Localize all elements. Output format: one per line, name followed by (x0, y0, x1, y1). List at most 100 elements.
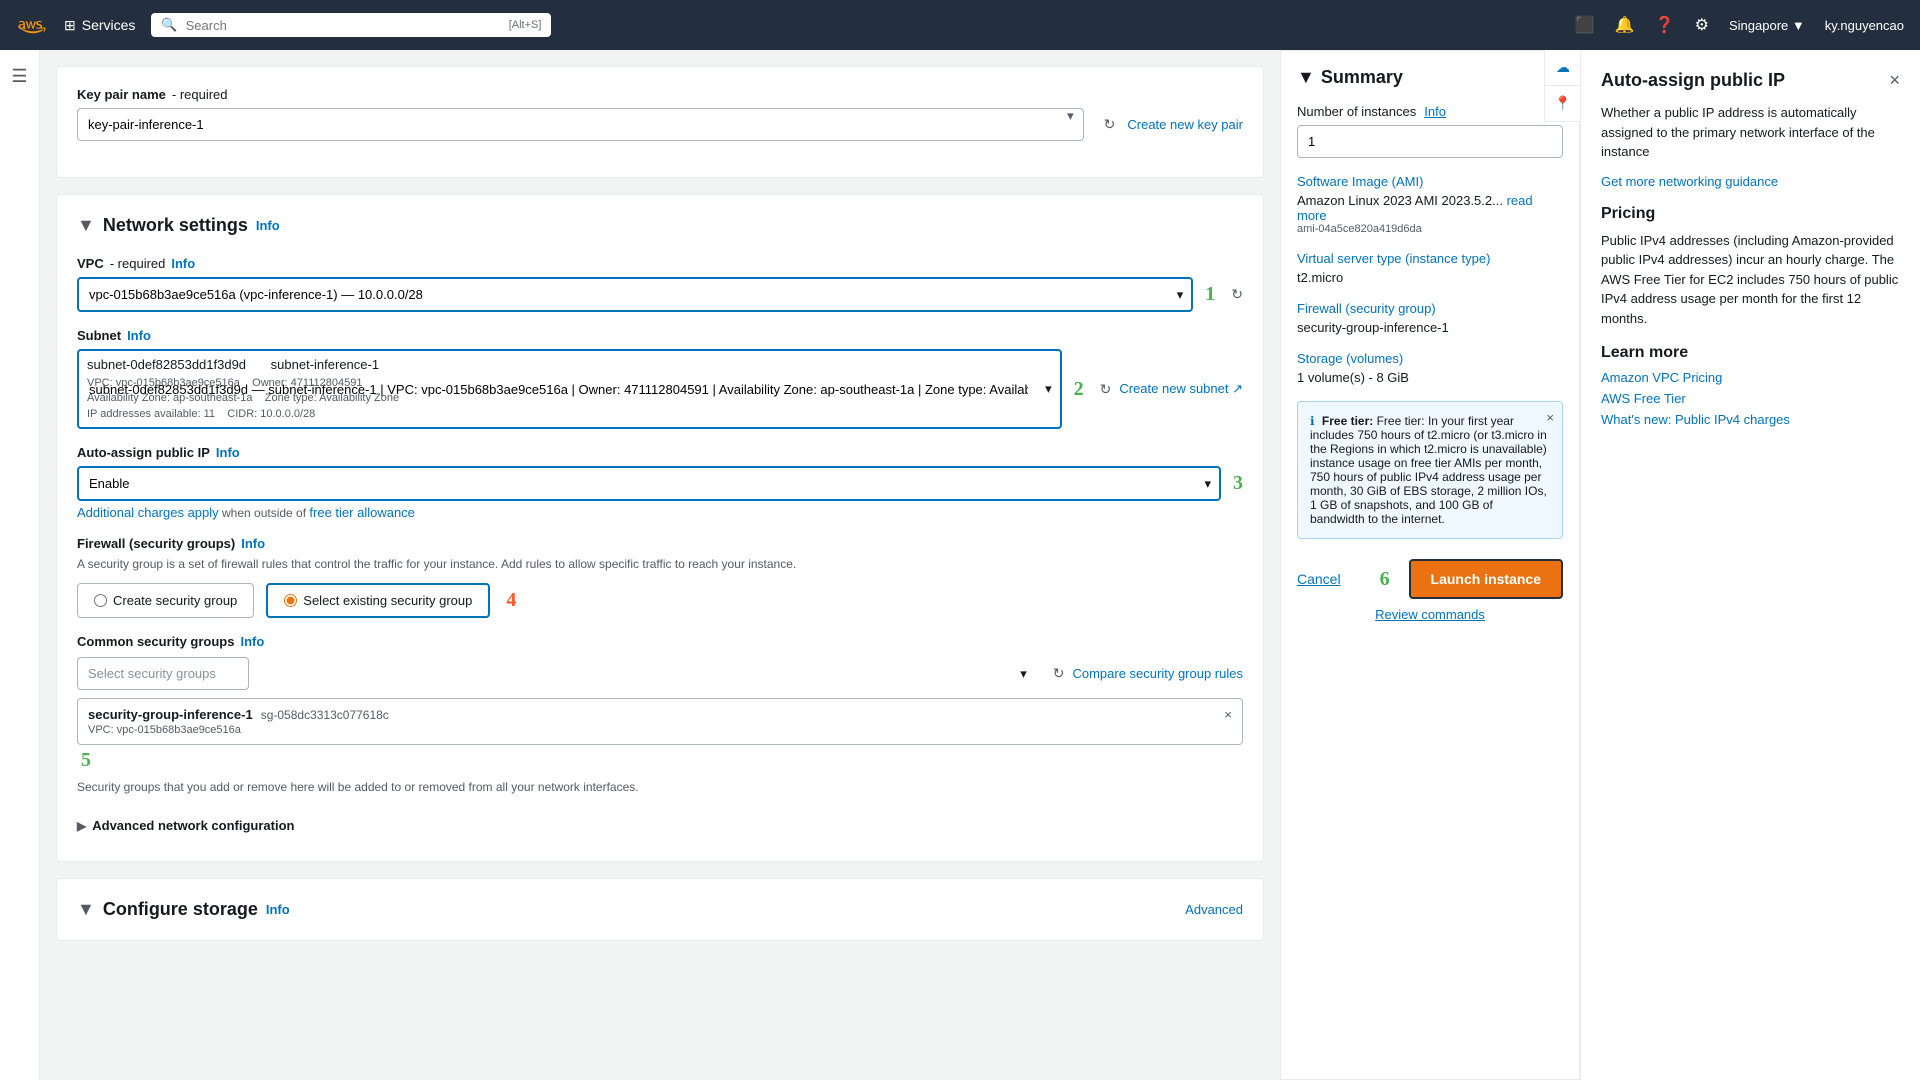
vpc-info-link[interactable]: Info (171, 256, 195, 271)
user-menu[interactable]: ky.nguyencao (1825, 18, 1904, 33)
aws-logo (16, 14, 48, 37)
nav-icons: ⬛ 🔔 ❓ ⚙ Singapore ▼ ky.nguyencao (1575, 15, 1904, 35)
info-panel-close-button[interactable]: × (1889, 70, 1900, 91)
create-sg-label: Create security group (113, 593, 237, 608)
vpc-refresh-button[interactable]: ↻ (1231, 286, 1243, 303)
sg-name: security-group-inference-1 (88, 707, 253, 722)
configure-storage-advanced-link[interactable]: Advanced (1185, 902, 1243, 917)
network-settings-info-link[interactable]: Info (256, 218, 280, 233)
additional-charges-link[interactable]: Additional charges apply (77, 505, 219, 520)
free-tier-notice: × ℹ Free tier: Free tier: In your first … (1297, 401, 1563, 539)
sg-vpc: VPC: vpc-015b68b3ae9ce516a (88, 724, 1232, 736)
summary-storage-label[interactable]: Storage (volumes) (1297, 351, 1563, 366)
subnet-select[interactable]: subnet-0def82853dd1f3d9d — subnet-infere… (77, 349, 1062, 429)
summary-firewall-label[interactable]: Firewall (security group) (1297, 301, 1563, 316)
search-input[interactable] (186, 18, 501, 33)
summary-panel: ▼ Summary Number of instances Info Softw… (1280, 50, 1580, 1080)
advanced-network-toggle[interactable]: ▶ Advanced network configuration (77, 810, 1243, 841)
create-key-pair-link[interactable]: Create new key pair (1127, 117, 1243, 132)
sidebar-toggle: ☰ (0, 50, 40, 1080)
summary-firewall-value: security-group-inference-1 (1297, 320, 1563, 335)
firewall-description: A security group is a set of firewall ru… (77, 557, 1243, 571)
review-commands-link[interactable]: Review commands (1297, 607, 1563, 622)
search-bar[interactable]: 🔍 [Alt+S] (151, 13, 551, 37)
cancel-button[interactable]: Cancel (1297, 571, 1341, 587)
vpc-required: - required (110, 256, 166, 271)
free-tier-icon: ℹ (1310, 414, 1315, 428)
sg-remove-button[interactable]: × (1224, 707, 1232, 722)
subnet-refresh-button[interactable]: ↻ (1100, 381, 1112, 398)
summary-collapse-icon: ▼ (1297, 67, 1315, 88)
num-instances-input[interactable] (1297, 125, 1563, 158)
configure-storage-collapse[interactable]: ▼ (77, 899, 95, 920)
charges-middle-text: when outside of (222, 506, 309, 520)
auto-assign-select[interactable]: Enable (77, 466, 1221, 501)
sg-refresh-button[interactable]: ↻ (1053, 665, 1065, 682)
aws-free-tier-link[interactable]: AWS Free Tier (1601, 391, 1900, 406)
firewall-info-link[interactable]: Info (241, 536, 265, 551)
summary-actions: Cancel 6 Launch instance Review commands (1297, 559, 1563, 622)
create-subnet-link[interactable]: Create new subnet ↗ (1119, 381, 1243, 397)
create-sg-radio-input[interactable] (94, 594, 107, 607)
subnet-field: Subnet Info subnet-0def82853dd1f3d9d — s… (77, 328, 1243, 429)
firewall-section: Firewall (security groups) Info A securi… (77, 536, 1243, 841)
annotation-1: 1 (1205, 283, 1215, 306)
select-existing-sg-radio[interactable]: Select existing security group (266, 583, 490, 618)
ami-field: Software Image (AMI) Amazon Linux 2023 A… (1297, 174, 1563, 235)
select-sg-radio-input[interactable] (284, 594, 297, 607)
key-pair-refresh-button[interactable]: ↻ (1104, 116, 1116, 133)
annotation-2: 2 (1074, 378, 1084, 401)
learn-more-section: Learn more Amazon VPC Pricing AWS Free T… (1601, 344, 1900, 427)
network-settings-collapse[interactable]: ▼ (77, 215, 95, 236)
ami-label[interactable]: Software Image (AMI) (1297, 174, 1563, 189)
additional-charges-text: Additional charges apply when outside of… (77, 505, 1243, 520)
sg-select-dropdown[interactable]: Select security groups (77, 657, 249, 690)
info-panel: Auto-assign public IP × Whether a public… (1580, 50, 1920, 1080)
vpc-label: VPC (77, 256, 104, 271)
launch-instance-button[interactable]: Launch instance (1409, 559, 1563, 599)
instance-type-label[interactable]: Virtual server type (instance type) (1297, 251, 1563, 266)
side-icons: ☁ 📍 (1544, 50, 1580, 122)
public-ipv4-charges-link[interactable]: What's new: Public IPv4 charges (1601, 412, 1900, 427)
key-pair-select[interactable]: key-pair-inference-1 (77, 108, 1084, 141)
advanced-network-expand-icon: ▶ (77, 819, 86, 833)
firewall-label: Firewall (security groups) (77, 536, 235, 551)
free-tier-link[interactable]: free tier allowance (309, 505, 415, 520)
side-icon-top[interactable]: ☁ (1545, 50, 1581, 86)
instance-type-value: t2.micro (1297, 270, 1563, 285)
sg-note: Security groups that you add or remove h… (77, 780, 1243, 794)
sidebar-toggle-button[interactable]: ☰ (11, 66, 27, 87)
select-sg-label: Select existing security group (303, 593, 472, 608)
learn-more-links: Amazon VPC Pricing AWS Free Tier What's … (1601, 370, 1900, 427)
configure-storage-card: ▼ Configure storage Info Advanced (56, 878, 1264, 941)
pricing-section: Pricing Public IPv4 addresses (including… (1601, 205, 1900, 329)
common-sg-info-link[interactable]: Info (240, 634, 264, 649)
learn-more-title: Learn more (1601, 344, 1900, 362)
get-more-networking-link[interactable]: Get more networking guidance (1601, 174, 1900, 189)
network-settings-title: Network settings (103, 215, 248, 236)
services-nav[interactable]: ⊞ Services (64, 17, 135, 34)
amazon-vpc-pricing-link[interactable]: Amazon VPC Pricing (1601, 370, 1900, 385)
bell-icon[interactable]: 🔔 (1615, 15, 1635, 35)
create-security-group-radio[interactable]: Create security group (77, 583, 254, 618)
info-panel-description: Whether a public IP address is automatic… (1601, 103, 1900, 162)
num-instances-info-button[interactable]: Info (1424, 104, 1446, 119)
top-navigation: ⊞ Services 🔍 [Alt+S] ⬛ 🔔 ❓ ⚙ Singapore ▼… (0, 0, 1920, 50)
ami-value: Amazon Linux 2023 AMI 2023.5.2... read m… (1297, 193, 1563, 223)
sg-id: sg-058dc3313c077618c (261, 708, 389, 722)
vpc-select[interactable]: vpc-015b68b3ae9ce516a (vpc-inference-1) … (77, 277, 1193, 312)
region-selector[interactable]: Singapore ▼ (1729, 18, 1805, 33)
key-pair-required: - required (172, 87, 228, 102)
help-icon[interactable]: ❓ (1655, 15, 1675, 35)
configure-storage-info-link[interactable]: Info (266, 902, 290, 917)
subnet-label: Subnet (77, 328, 121, 343)
terminal-icon[interactable]: ⬛ (1575, 15, 1595, 35)
compare-sg-link[interactable]: Compare security group rules (1072, 666, 1243, 681)
side-icon-bottom[interactable]: 📍 (1545, 86, 1581, 122)
pricing-description: Public IPv4 addresses (including Amazon-… (1601, 231, 1900, 329)
free-tier-close-button[interactable]: × (1546, 410, 1554, 425)
auto-assign-info-link[interactable]: Info (216, 445, 240, 460)
annotation-5: 5 (81, 749, 91, 772)
subnet-info-link[interactable]: Info (127, 328, 151, 343)
settings-icon[interactable]: ⚙ (1695, 15, 1709, 35)
